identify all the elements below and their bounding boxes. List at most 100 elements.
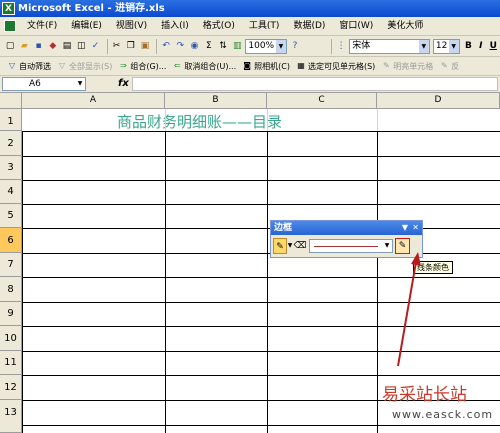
save-icon[interactable]: ▪ (32, 39, 44, 54)
fx-icon[interactable]: fx (118, 77, 129, 91)
spelling-icon[interactable]: ✓ (89, 39, 101, 54)
row-header[interactable]: 8 (0, 277, 22, 302)
reverse-icon: ✎ (440, 61, 448, 70)
row-header[interactable]: 7 (0, 253, 22, 277)
group-button[interactable]: ⇒ 组合(G)... (115, 61, 169, 72)
ungroup-button[interactable]: ⇐ 取消组合(U)... (169, 61, 239, 72)
column-header-d[interactable]: D (377, 93, 500, 109)
menu-edit[interactable]: 编辑(E) (64, 17, 109, 36)
font-name-select[interactable]: 宋体 ▼ (349, 38, 430, 54)
row-header[interactable]: 2 (0, 131, 22, 156)
close-icon[interactable]: ✕ (412, 221, 419, 235)
menu-beautify-master[interactable]: 美化大师 (380, 17, 430, 36)
ungroup-icon: ⇐ (174, 61, 181, 70)
paste-icon[interactable]: ▣ (139, 39, 151, 54)
print-icon[interactable]: ▤ (61, 39, 73, 54)
row-header[interactable]: 1 (0, 109, 22, 131)
draw-border-icon[interactable]: ✎ (273, 238, 287, 254)
chevron-down-icon[interactable]: ▼ (382, 240, 392, 252)
sort-ascending-icon[interactable]: ⇅ (217, 39, 229, 54)
menu-insert[interactable]: 插入(I) (154, 17, 196, 36)
toolbar-separator (156, 38, 157, 54)
cell-border-line (22, 228, 500, 229)
name-box[interactable]: A6 ▼ (2, 77, 86, 91)
column-header-c[interactable]: C (267, 93, 377, 109)
autosum-icon[interactable]: Σ (203, 39, 215, 54)
toolbar-grip-icon[interactable]: ⋮ (335, 39, 347, 54)
menu-view[interactable]: 视图(V) (109, 17, 154, 36)
row-header[interactable]: 5 (0, 204, 22, 228)
row-header[interactable]: 12 (0, 375, 22, 400)
row-header[interactable]: 9 (0, 302, 22, 326)
italic-button[interactable]: I (475, 39, 486, 54)
line-style-preview (314, 246, 378, 247)
bold-button[interactable]: B (463, 39, 474, 54)
cell-border-line (22, 326, 500, 327)
line-color-icon[interactable]: ✎ (395, 238, 410, 254)
help-icon[interactable]: ? (289, 39, 301, 54)
line-style-select[interactable]: ▼ (309, 239, 393, 253)
gridline (377, 109, 378, 131)
open-icon[interactable]: ▰ (18, 39, 30, 54)
menu-tools[interactable]: 工具(T) (242, 17, 287, 36)
row-header[interactable]: 3 (0, 156, 22, 180)
row-header[interactable]: 4 (0, 180, 22, 204)
cell-border-line (22, 131, 23, 433)
show-all-icon: ▽ (58, 61, 66, 70)
menu-file[interactable]: 文件(F) (20, 17, 64, 36)
row-header[interactable]: 10 (0, 326, 22, 351)
title-bar: X Microsoft Excel - 进销存.xls (0, 0, 500, 17)
menu-window[interactable]: 窗口(W) (332, 17, 380, 36)
reverse-button[interactable]: ✎ 反 (436, 61, 462, 72)
chevron-down-icon[interactable]: ▼ (402, 221, 408, 235)
new-icon[interactable]: ▢ (4, 39, 16, 54)
menu-format[interactable]: 格式(O) (196, 17, 242, 36)
row-header-selected[interactable]: 6 (0, 228, 22, 253)
redo-icon[interactable]: ↷ (174, 39, 186, 54)
hyperlink-icon[interactable]: ◉ (188, 39, 200, 54)
chart-wizard-icon[interactable]: ▥ (231, 39, 243, 54)
chevron-down-icon[interactable]: ▼ (418, 39, 429, 53)
row-header[interactable]: 13 (0, 400, 22, 433)
cell-border-line (22, 180, 500, 181)
document-icon[interactable] (4, 20, 16, 32)
sheet-title-cell[interactable]: 商品财务明细账——目录 (22, 109, 377, 131)
standard-toolbar: ▢ ▰ ▪ ◆ ▤ ◫ ✓ ✂ ❐ ▣ ↶ ↷ ◉ Σ ⇅ ▥ 100% ▼ ? … (0, 36, 500, 57)
font-size-select[interactable]: 12 ▼ (432, 38, 460, 54)
row-header[interactable]: 11 (0, 351, 22, 375)
select-visible-icon: ▦ (297, 61, 305, 70)
chevron-down-icon[interactable]: ▼ (275, 39, 286, 53)
light-cell-button[interactable]: ✎ 明亮单元格 (378, 61, 436, 72)
show-all-button[interactable]: ▽ 全部显示(S) (54, 61, 115, 72)
menu-data[interactable]: 数据(D) (286, 17, 332, 36)
group-label: 组合(G)... (130, 61, 167, 71)
select-visible-label: 选定可见单元格(S) (307, 61, 376, 71)
chevron-down-icon[interactable]: ▼ (448, 39, 459, 53)
watermark-url: www.easck.com (392, 408, 494, 421)
cell-border-line (22, 302, 500, 303)
borders-toolbar-titlebar[interactable]: 边框 ▼ ✕ (271, 221, 422, 235)
borders-toolbar-body: ✎ ▼ ⌫ ▼ ✎ (271, 235, 422, 257)
show-all-label: 全部显示(S) (69, 61, 113, 71)
print-preview-icon[interactable]: ◫ (75, 39, 87, 54)
column-header-a[interactable]: A (22, 93, 165, 109)
chevron-down-icon[interactable]: ▼ (75, 78, 85, 90)
line-color-tooltip: 线条颜色 (413, 261, 453, 274)
undo-icon[interactable]: ↶ (160, 39, 172, 54)
eraser-icon[interactable]: ⌫ (293, 238, 307, 254)
permission-icon[interactable]: ◆ (47, 39, 59, 54)
autofilter-button[interactable]: ▽ 自动筛选 (4, 61, 54, 72)
camera-button[interactable]: ◙ 照相机(C) (239, 61, 293, 72)
gridline (165, 109, 166, 131)
select-visible-cells-button[interactable]: ▦ 选定可见单元格(S) (293, 61, 378, 72)
formula-bar: A6 ▼ fx (0, 76, 500, 93)
toolbar-separator (106, 38, 108, 54)
copy-icon[interactable]: ❐ (125, 39, 137, 54)
zoom-select[interactable]: 100% ▼ (245, 38, 287, 54)
cut-icon[interactable]: ✂ (110, 39, 122, 54)
formula-input[interactable] (132, 77, 498, 91)
underline-button[interactable]: U (488, 39, 499, 54)
gridline (267, 109, 268, 131)
column-header-b[interactable]: B (165, 93, 267, 109)
select-all-corner[interactable] (0, 93, 22, 109)
